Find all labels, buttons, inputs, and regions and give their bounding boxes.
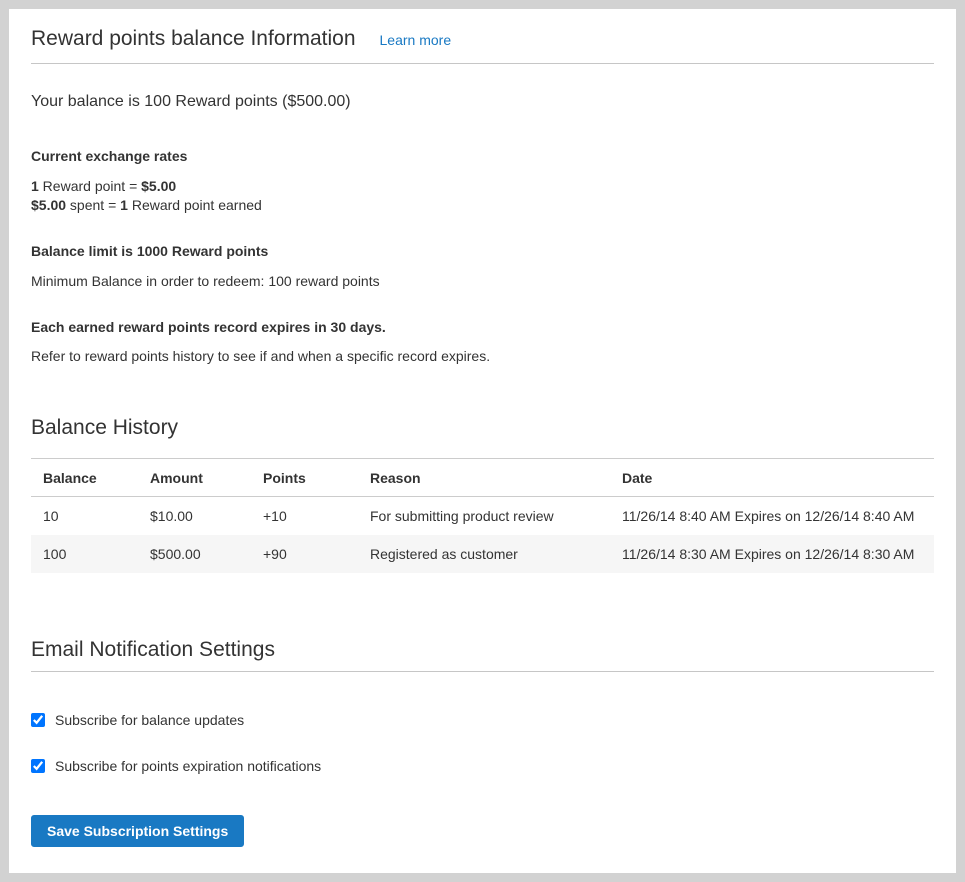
cell-amount: $10.00 (138, 497, 251, 536)
page-title: Reward points balance Information (31, 27, 356, 51)
subscribe-balance-updates-label[interactable]: Subscribe for balance updates (55, 712, 244, 728)
column-header-balance: Balance (31, 459, 138, 497)
column-header-amount: Amount (138, 459, 251, 497)
reward-points-panel: Reward points balance Information Learn … (9, 9, 956, 873)
subscribe-balance-updates-row: Subscribe for balance updates (31, 712, 934, 728)
save-subscription-settings-button[interactable]: Save Subscription Settings (31, 815, 244, 847)
table-row: 10 $10.00 +10 For submitting product rev… (31, 497, 934, 536)
subscribe-expiration-notifications-label[interactable]: Subscribe for points expiration notifica… (55, 758, 321, 774)
rate2-points: 1 (120, 197, 128, 213)
minimum-balance-note: Minimum Balance in order to redeem: 100 … (31, 273, 934, 289)
expiry-note: Refer to reward points history to see if… (31, 348, 934, 364)
exchange-rates: 1 Reward point = $5.00 $5.00 spent = 1 R… (31, 177, 934, 215)
balance-history-title: Balance History (31, 415, 934, 441)
column-header-reason: Reason (358, 459, 610, 497)
page-header: Reward points balance Information Learn … (31, 27, 934, 64)
cell-amount: $500.00 (138, 535, 251, 573)
cell-date: 11/26/14 8:40 AM Expires on 12/26/14 8:4… (610, 497, 934, 536)
rate1-amount: $5.00 (141, 178, 176, 194)
cell-points: +90 (251, 535, 358, 573)
expiry-heading: Each earned reward points record expires… (31, 319, 934, 335)
subscribe-balance-updates-checkbox[interactable] (31, 713, 45, 727)
rate2-amount: $5.00 (31, 197, 66, 213)
cell-reason: Registered as customer (358, 535, 610, 573)
balance-limit-heading: Balance limit is 1000 Reward points (31, 243, 934, 259)
cell-reason: For submitting product review (358, 497, 610, 536)
rate2-text-2: Reward point earned (128, 197, 262, 213)
email-notification-settings-title: Email Notification Settings (31, 637, 934, 672)
balance-summary: Your balance is 100 Reward points ($500.… (31, 92, 934, 111)
column-header-points: Points (251, 459, 358, 497)
table-header-row: Balance Amount Points Reason Date (31, 459, 934, 497)
exchange-rate-line-2: $5.00 spent = 1 Reward point earned (31, 196, 934, 215)
cell-balance: 10 (31, 497, 138, 536)
cell-balance: 100 (31, 535, 138, 573)
cell-points: +10 (251, 497, 358, 536)
exchange-rates-heading: Current exchange rates (31, 148, 934, 164)
rate2-text: spent = (66, 197, 120, 213)
column-header-date: Date (610, 459, 934, 497)
subscribe-expiration-notifications-row: Subscribe for points expiration notifica… (31, 758, 934, 774)
balance-history-table: Balance Amount Points Reason Date 10 $10… (31, 458, 934, 573)
cell-date: 11/26/14 8:30 AM Expires on 12/26/14 8:3… (610, 535, 934, 573)
table-row: 100 $500.00 +90 Registered as customer 1… (31, 535, 934, 573)
exchange-rate-line-1: 1 Reward point = $5.00 (31, 177, 934, 196)
subscribe-expiration-notifications-checkbox[interactable] (31, 759, 45, 773)
rate1-text: Reward point = (39, 178, 141, 194)
learn-more-link[interactable]: Learn more (380, 32, 452, 48)
rate1-points: 1 (31, 178, 39, 194)
